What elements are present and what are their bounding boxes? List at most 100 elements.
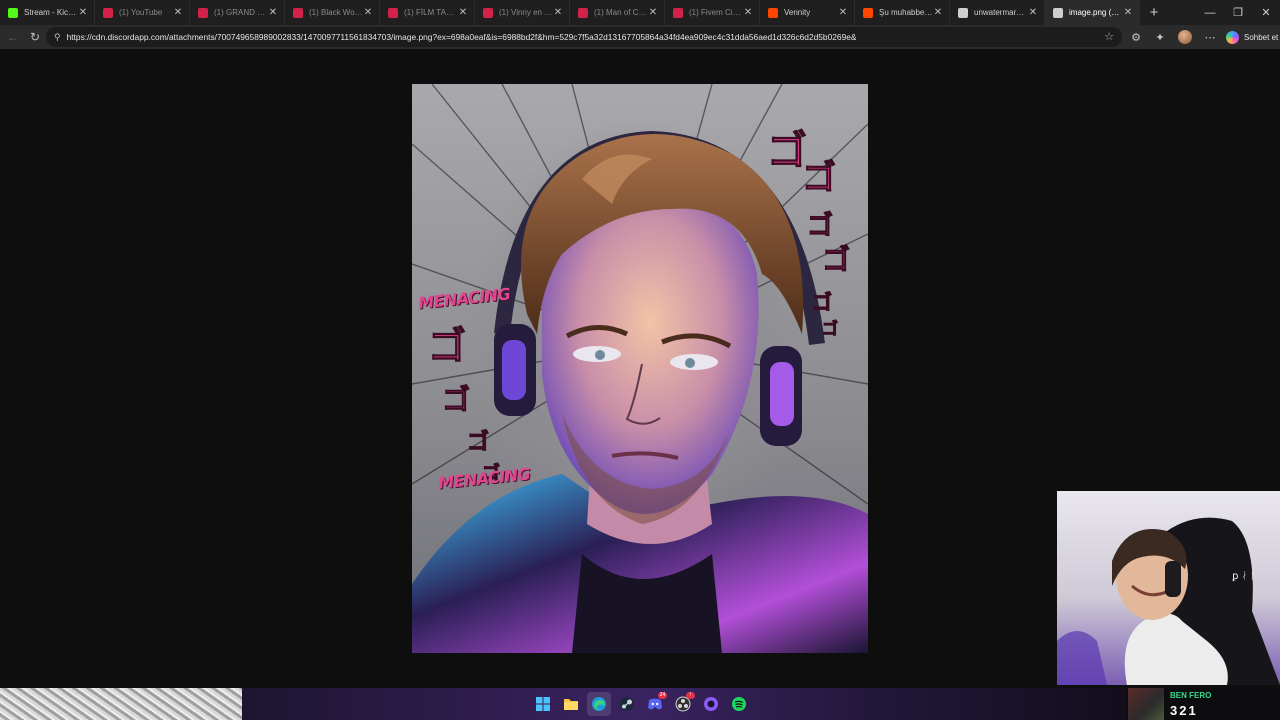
close-tab-icon[interactable]: ✕ bbox=[363, 7, 373, 18]
webcam-overlay: ꝑ ᛅ ᚨ bbox=[1057, 491, 1280, 685]
close-tab-icon[interactable]: ✕ bbox=[838, 7, 848, 18]
browser-toolbar: ← ↻ ⚲ https://cdn.discordapp.com/attachm… bbox=[0, 25, 1280, 49]
svg-text:ゴ: ゴ bbox=[442, 383, 470, 416]
discord-icon[interactable]: 24 bbox=[643, 692, 667, 716]
overlay-avatar bbox=[1128, 688, 1164, 720]
youtube-icon bbox=[388, 7, 398, 18]
svg-text:ゴ: ゴ bbox=[428, 324, 466, 368]
svg-text:ゴ: ゴ bbox=[822, 319, 838, 338]
displayed-image[interactable]: ゴ ゴ ゴ ゴ ゴ ゴ ゴ ゴ ゴ ゴ MENACING MENACING bbox=[412, 84, 868, 653]
globe-icon bbox=[1053, 7, 1063, 18]
svg-text:ゴ: ゴ bbox=[812, 290, 832, 314]
close-tab-icon[interactable]: ✕ bbox=[553, 7, 563, 18]
close-tab-icon[interactable]: ✕ bbox=[458, 7, 468, 18]
youtube-icon bbox=[198, 7, 208, 18]
url-text: https://cdn.discordapp.com/attachments/7… bbox=[66, 32, 857, 42]
streamer-webcam-feed bbox=[1057, 517, 1280, 685]
close-tab-icon[interactable]: ✕ bbox=[933, 7, 943, 18]
tab-title: unwatermarked_c bbox=[974, 8, 1028, 17]
close-tab-icon[interactable]: ✕ bbox=[648, 7, 658, 18]
obs-badge: ! bbox=[686, 692, 695, 699]
app-icon[interactable] bbox=[699, 692, 723, 716]
kick-icon bbox=[8, 7, 18, 18]
browser-tab[interactable]: Vennity ✕ bbox=[760, 0, 855, 25]
browser-tab[interactable]: unwatermarked_c✕ bbox=[950, 0, 1045, 25]
svg-text:ゴ: ゴ bbox=[467, 429, 489, 455]
address-bar[interactable]: ⚲ https://cdn.discordapp.com/attachments… bbox=[46, 27, 1122, 47]
youtube-icon bbox=[293, 7, 303, 18]
overlay-count: 321 bbox=[1170, 703, 1198, 718]
svg-text:ゴ: ゴ bbox=[767, 128, 807, 174]
close-window-icon[interactable]: ✕ bbox=[1252, 0, 1280, 25]
more-options-icon[interactable]: ⋯ bbox=[1198, 31, 1222, 44]
tab-title: (1) YouTube bbox=[119, 8, 163, 17]
svg-text:ゴ: ゴ bbox=[807, 210, 833, 241]
window-controls: — ❐ ✕ bbox=[1196, 0, 1280, 25]
tab-list: Stream - Kick Dash✕(1) YouTube✕(1) GRAND… bbox=[0, 0, 1140, 25]
edge-browser-icon[interactable] bbox=[587, 692, 611, 716]
favorite-star-icon[interactable]: ☆ bbox=[1104, 30, 1114, 43]
file-explorer-icon[interactable] bbox=[559, 692, 583, 716]
svg-text:ゴ: ゴ bbox=[822, 243, 850, 276]
favorites-icon[interactable]: ✦ bbox=[1148, 31, 1172, 44]
portrait-illustration: ゴ ゴ ゴ ゴ ゴ ゴ ゴ ゴ ゴ ゴ bbox=[412, 84, 868, 653]
youtube-icon bbox=[673, 7, 683, 18]
youtube-icon bbox=[483, 7, 493, 18]
browser-tab[interactable]: image.png (728×✕ bbox=[1045, 0, 1140, 25]
minimize-icon[interactable]: — bbox=[1196, 0, 1224, 25]
close-tab-icon[interactable]: ✕ bbox=[1123, 7, 1133, 18]
browser-tab[interactable]: Stream - Kick Dash✕ bbox=[0, 0, 95, 25]
wall-decor-text: ꝑ ᛅ ᚨ bbox=[1232, 571, 1256, 582]
overlay-name: BEN FERO bbox=[1170, 691, 1212, 700]
tab-title: Şu muhabbetlerde bbox=[879, 8, 933, 17]
browser-tab[interactable]: (1) Man of Clover✕ bbox=[570, 0, 665, 25]
site-info-icon[interactable]: ⚲ bbox=[54, 32, 61, 43]
new-tab-button[interactable]: + bbox=[1140, 0, 1168, 25]
toolbar-actions: ⚙ ✦ ⋯ Sohbet et bbox=[1124, 25, 1278, 49]
close-tab-icon[interactable]: ✕ bbox=[268, 7, 278, 18]
back-icon[interactable]: ← bbox=[2, 26, 24, 48]
tab-title: (1) Fivem Cinema bbox=[689, 8, 743, 17]
spotify-icon[interactable] bbox=[727, 692, 751, 716]
tab-title: (1) Man of Clover bbox=[594, 8, 648, 17]
tab-title: (1) Vinny en komi bbox=[499, 8, 553, 17]
tab-title: (1) Black Woods bbox=[309, 8, 363, 17]
tab-title: Vennity bbox=[784, 8, 811, 17]
close-tab-icon[interactable]: ✕ bbox=[1028, 7, 1038, 18]
close-tab-icon[interactable]: ✕ bbox=[743, 7, 753, 18]
browser-tab[interactable]: (1) GRAND GALA✕ bbox=[190, 0, 285, 25]
browser-tab[interactable]: (1) YouTube ✕ bbox=[95, 0, 190, 25]
taskbar-wallpaper-left bbox=[0, 688, 242, 720]
youtube-icon bbox=[578, 7, 588, 18]
taskbar-apps: 24 ! bbox=[531, 692, 751, 716]
tab-title: image.png (728× bbox=[1069, 8, 1123, 17]
browser-tab[interactable]: (1) FİLM TADINDA✕ bbox=[380, 0, 475, 25]
copilot-label: Sohbet et bbox=[1244, 32, 1279, 42]
browser-tab[interactable]: (1) Fivem Cinema✕ bbox=[665, 0, 760, 25]
stream-overlay-widget: BEN FERO 321 bbox=[1126, 688, 1280, 720]
copilot-button[interactable]: Sohbet et bbox=[1226, 30, 1279, 44]
restore-icon[interactable]: ❐ bbox=[1224, 0, 1252, 25]
obs-icon[interactable]: ! bbox=[671, 692, 695, 716]
browser-tab[interactable]: Şu muhabbetlerde✕ bbox=[855, 0, 950, 25]
discord-badge: 24 bbox=[658, 692, 667, 699]
reddit-icon bbox=[768, 7, 778, 18]
tab-title: (1) FİLM TADINDA bbox=[404, 8, 458, 17]
taskbar: 24 ! BEN FERO 321 bbox=[0, 688, 1280, 720]
reddit-icon bbox=[863, 7, 873, 18]
profile-avatar[interactable] bbox=[1178, 30, 1192, 44]
youtube-icon bbox=[103, 7, 113, 18]
tab-strip: Stream - Kick Dash✕(1) YouTube✕(1) GRAND… bbox=[0, 0, 1280, 25]
steam-icon[interactable] bbox=[615, 692, 639, 716]
close-tab-icon[interactable]: ✕ bbox=[173, 7, 183, 18]
copilot-icon bbox=[1226, 30, 1239, 44]
close-tab-icon[interactable]: ✕ bbox=[78, 7, 88, 18]
browser-tab[interactable]: (1) Vinny en komi✕ bbox=[475, 0, 570, 25]
reload-icon[interactable]: ↻ bbox=[24, 26, 46, 48]
tab-title: Stream - Kick Dash bbox=[24, 8, 78, 17]
svg-text:ゴ: ゴ bbox=[802, 158, 836, 198]
browser-tab[interactable]: (1) Black Woods ✕ bbox=[285, 0, 380, 25]
tab-title: (1) GRAND GALA bbox=[214, 8, 268, 17]
extensions-icon[interactable]: ⚙ bbox=[1124, 31, 1148, 44]
windows-start-icon[interactable] bbox=[531, 692, 555, 716]
